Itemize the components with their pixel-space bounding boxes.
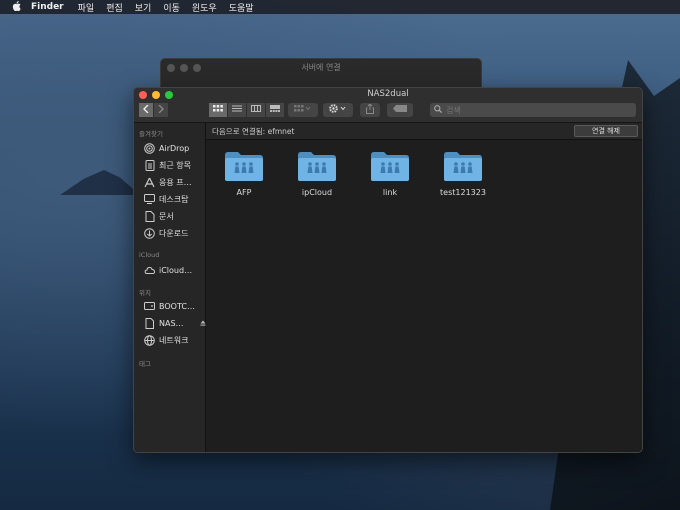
applications-icon xyxy=(144,177,155,188)
sidebar-section-locations: 위치 xyxy=(139,289,151,297)
window-title: NAS2dual xyxy=(367,89,409,99)
column-view-button[interactable] xyxy=(247,103,265,117)
downloads-icon xyxy=(144,227,155,239)
sidebar-item-label: 네트워크 xyxy=(159,335,189,345)
documents-icon xyxy=(144,210,155,222)
desktop-icon xyxy=(144,194,155,205)
sidebar-item-downloads[interactable]: 다운로드 xyxy=(144,227,204,239)
sidebar-item-label: BOOTC… xyxy=(159,301,195,311)
sidebar-item-icloud-drive[interactable]: iCloud… xyxy=(144,264,204,276)
sidebar-item-desktop[interactable]: 데스크탑 xyxy=(144,193,204,205)
sidebar-section-favorites: 즐겨찾기 xyxy=(139,130,163,138)
group-button[interactable] xyxy=(288,103,318,117)
grid-dropdown-icon xyxy=(294,105,312,115)
menu-help[interactable]: 도움말 xyxy=(229,1,254,14)
shared-folder-icon xyxy=(370,150,410,182)
chevron-right-icon xyxy=(158,104,164,116)
sidebar-item-label: 최근 항목 xyxy=(159,160,191,170)
sidebar: 즐겨찾기 AirDrop 최근 항목 응용 프… 데스크탑 문서 다운로드 iC… xyxy=(134,123,206,452)
folder-name: test121323 xyxy=(440,188,486,197)
menu-app-finder[interactable]: Finder xyxy=(31,2,64,12)
eject-icon[interactable] xyxy=(200,319,206,328)
wallpaper-hill xyxy=(60,170,140,195)
apple-icon[interactable] xyxy=(12,0,21,14)
sidebar-item-label: iCloud… xyxy=(159,265,193,275)
gear-dropdown-icon xyxy=(329,104,347,116)
sidebar-item-label: NAS… xyxy=(159,318,184,328)
folder-item[interactable]: test121323 xyxy=(428,150,498,197)
airdrop-icon xyxy=(144,142,155,154)
list-view-button[interactable] xyxy=(228,103,246,117)
sidebar-item-label: 문서 xyxy=(159,211,174,221)
share-icon xyxy=(366,102,374,117)
menu-bar: Finder 파일 편집 보기 이동 윈도우 도움말 xyxy=(0,0,680,14)
sidebar-item-documents[interactable]: 문서 xyxy=(144,210,204,222)
cloud-icon xyxy=(144,265,155,276)
view-mode-segment xyxy=(209,103,285,117)
sidebar-item-airdrop[interactable]: AirDrop xyxy=(144,142,204,154)
sidebar-item-label: 데스크탑 xyxy=(159,194,189,204)
sidebar-item-applications[interactable]: 응용 프… xyxy=(144,176,204,188)
sidebar-section-icloud: iCloud xyxy=(139,251,160,259)
sidebar-item-nas[interactable]: NAS… xyxy=(144,317,206,329)
tag-icon xyxy=(393,105,407,115)
folder-item[interactable]: ipCloud xyxy=(282,150,352,197)
sidebar-item-network[interactable]: 네트워크 xyxy=(144,334,204,346)
menu-go[interactable]: 이동 xyxy=(163,1,180,14)
grid-icon xyxy=(213,105,223,115)
share-button[interactable] xyxy=(360,102,380,117)
sidebar-item-label: AirDrop xyxy=(159,143,190,153)
folder-name: link xyxy=(382,188,398,197)
shared-folder-icon xyxy=(224,150,264,182)
connect-to-server-window[interactable]: 서버에 연결 xyxy=(160,58,482,90)
sidebar-item-label: 응용 프… xyxy=(159,177,192,187)
chevron-left-icon xyxy=(143,104,149,116)
network-icon xyxy=(144,334,155,346)
sidebar-section-tags: 태그 xyxy=(139,360,151,368)
gallery-icon xyxy=(270,105,280,115)
columns-icon xyxy=(251,105,261,115)
menu-window[interactable]: 윈도우 xyxy=(192,1,217,14)
back-window-title: 서버에 연결 xyxy=(301,63,341,72)
folder-name: ipCloud xyxy=(301,188,333,197)
shared-folder-icon xyxy=(297,150,337,182)
tag-button[interactable] xyxy=(387,103,413,117)
forward-button[interactable] xyxy=(154,103,168,117)
disk-icon xyxy=(144,301,155,312)
server-icon xyxy=(144,317,155,329)
folder-item[interactable]: AFP xyxy=(209,150,279,197)
nav-buttons xyxy=(139,103,169,117)
menu-view[interactable]: 보기 xyxy=(135,1,152,14)
back-button[interactable] xyxy=(139,103,153,117)
connected-as-label: 다음으로 연결됨: efmnet xyxy=(212,126,295,136)
search-icon xyxy=(434,104,443,116)
search-input[interactable] xyxy=(446,105,626,115)
search-field[interactable] xyxy=(430,103,636,117)
list-icon xyxy=(232,105,242,115)
sidebar-item-recents[interactable]: 최근 항목 xyxy=(144,159,204,171)
sidebar-item-bootcamp[interactable]: BOOTC… xyxy=(144,300,204,312)
recents-icon xyxy=(144,159,155,171)
server-info-bar: 다음으로 연결됨: efmnet 연결 해제 xyxy=(206,123,642,140)
sidebar-item-label: 다운로드 xyxy=(159,228,189,238)
gallery-view-button[interactable] xyxy=(266,103,284,117)
menu-edit[interactable]: 편집 xyxy=(106,1,123,14)
folder-item[interactable]: link xyxy=(355,150,425,197)
menu-file[interactable]: 파일 xyxy=(78,1,95,14)
finder-window: NAS2dual 검색 즐겨찾기 AirDrop 최근 항목 응용 프… 데스크… xyxy=(133,87,643,453)
file-area[interactable]: AFP ipCloud link test121323 xyxy=(206,140,642,452)
icon-view-button[interactable] xyxy=(209,103,227,117)
shared-folder-icon xyxy=(443,150,483,182)
folder-name: AFP xyxy=(236,188,252,197)
action-button[interactable] xyxy=(323,103,353,117)
disconnect-button[interactable]: 연결 해제 xyxy=(574,125,638,137)
titlebar: NAS2dual xyxy=(134,88,642,123)
